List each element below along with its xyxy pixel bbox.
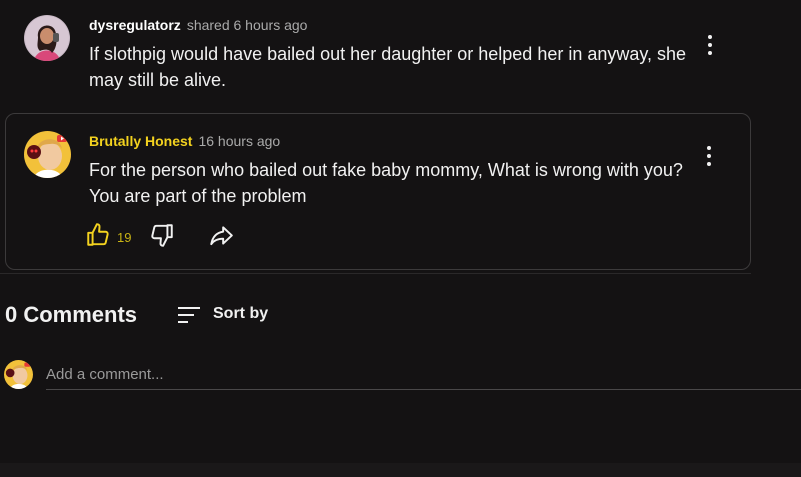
reply-time: 16 hours ago xyxy=(198,133,281,149)
like-button[interactable] xyxy=(85,222,115,252)
post-more-icon[interactable] xyxy=(700,33,720,57)
reply-body-text: For the person who bailed out fake baby … xyxy=(89,160,683,206)
reply-author-avatar[interactable] xyxy=(24,131,71,178)
sort-by-label: Sort by xyxy=(213,305,269,322)
add-comment-input[interactable] xyxy=(46,359,801,390)
add-comment-row xyxy=(0,355,801,395)
post-author-avatar[interactable] xyxy=(24,15,70,61)
like-count: 19 xyxy=(117,230,132,245)
bottom-bar xyxy=(0,463,801,477)
current-user-avatar xyxy=(4,360,33,389)
shared-post: dysregulatorz shared 6 hours ago If sloth… xyxy=(0,0,801,110)
comments-count: 0 Comments xyxy=(5,302,138,327)
thumbs-up-icon xyxy=(87,223,109,246)
post-body-text: If slothpig would have bailed out her da… xyxy=(89,44,687,90)
post-meta: shared 6 hours ago xyxy=(186,17,308,33)
dislike-button[interactable] xyxy=(149,222,179,252)
sort-lines-icon xyxy=(178,307,200,323)
share-arrow-icon xyxy=(210,226,233,246)
post-author-line: dysregulatorz shared 6 hours ago xyxy=(89,17,307,33)
reply-author-line: Brutally Honest 16 hours ago xyxy=(89,133,280,149)
share-button[interactable] xyxy=(208,223,238,253)
reply-author-name[interactable]: Brutally Honest xyxy=(89,133,192,149)
section-divider xyxy=(0,273,751,274)
reply-more-icon[interactable] xyxy=(699,144,719,168)
thumbs-down-icon xyxy=(151,224,173,247)
post-author-name[interactable]: dysregulatorz xyxy=(89,17,181,33)
